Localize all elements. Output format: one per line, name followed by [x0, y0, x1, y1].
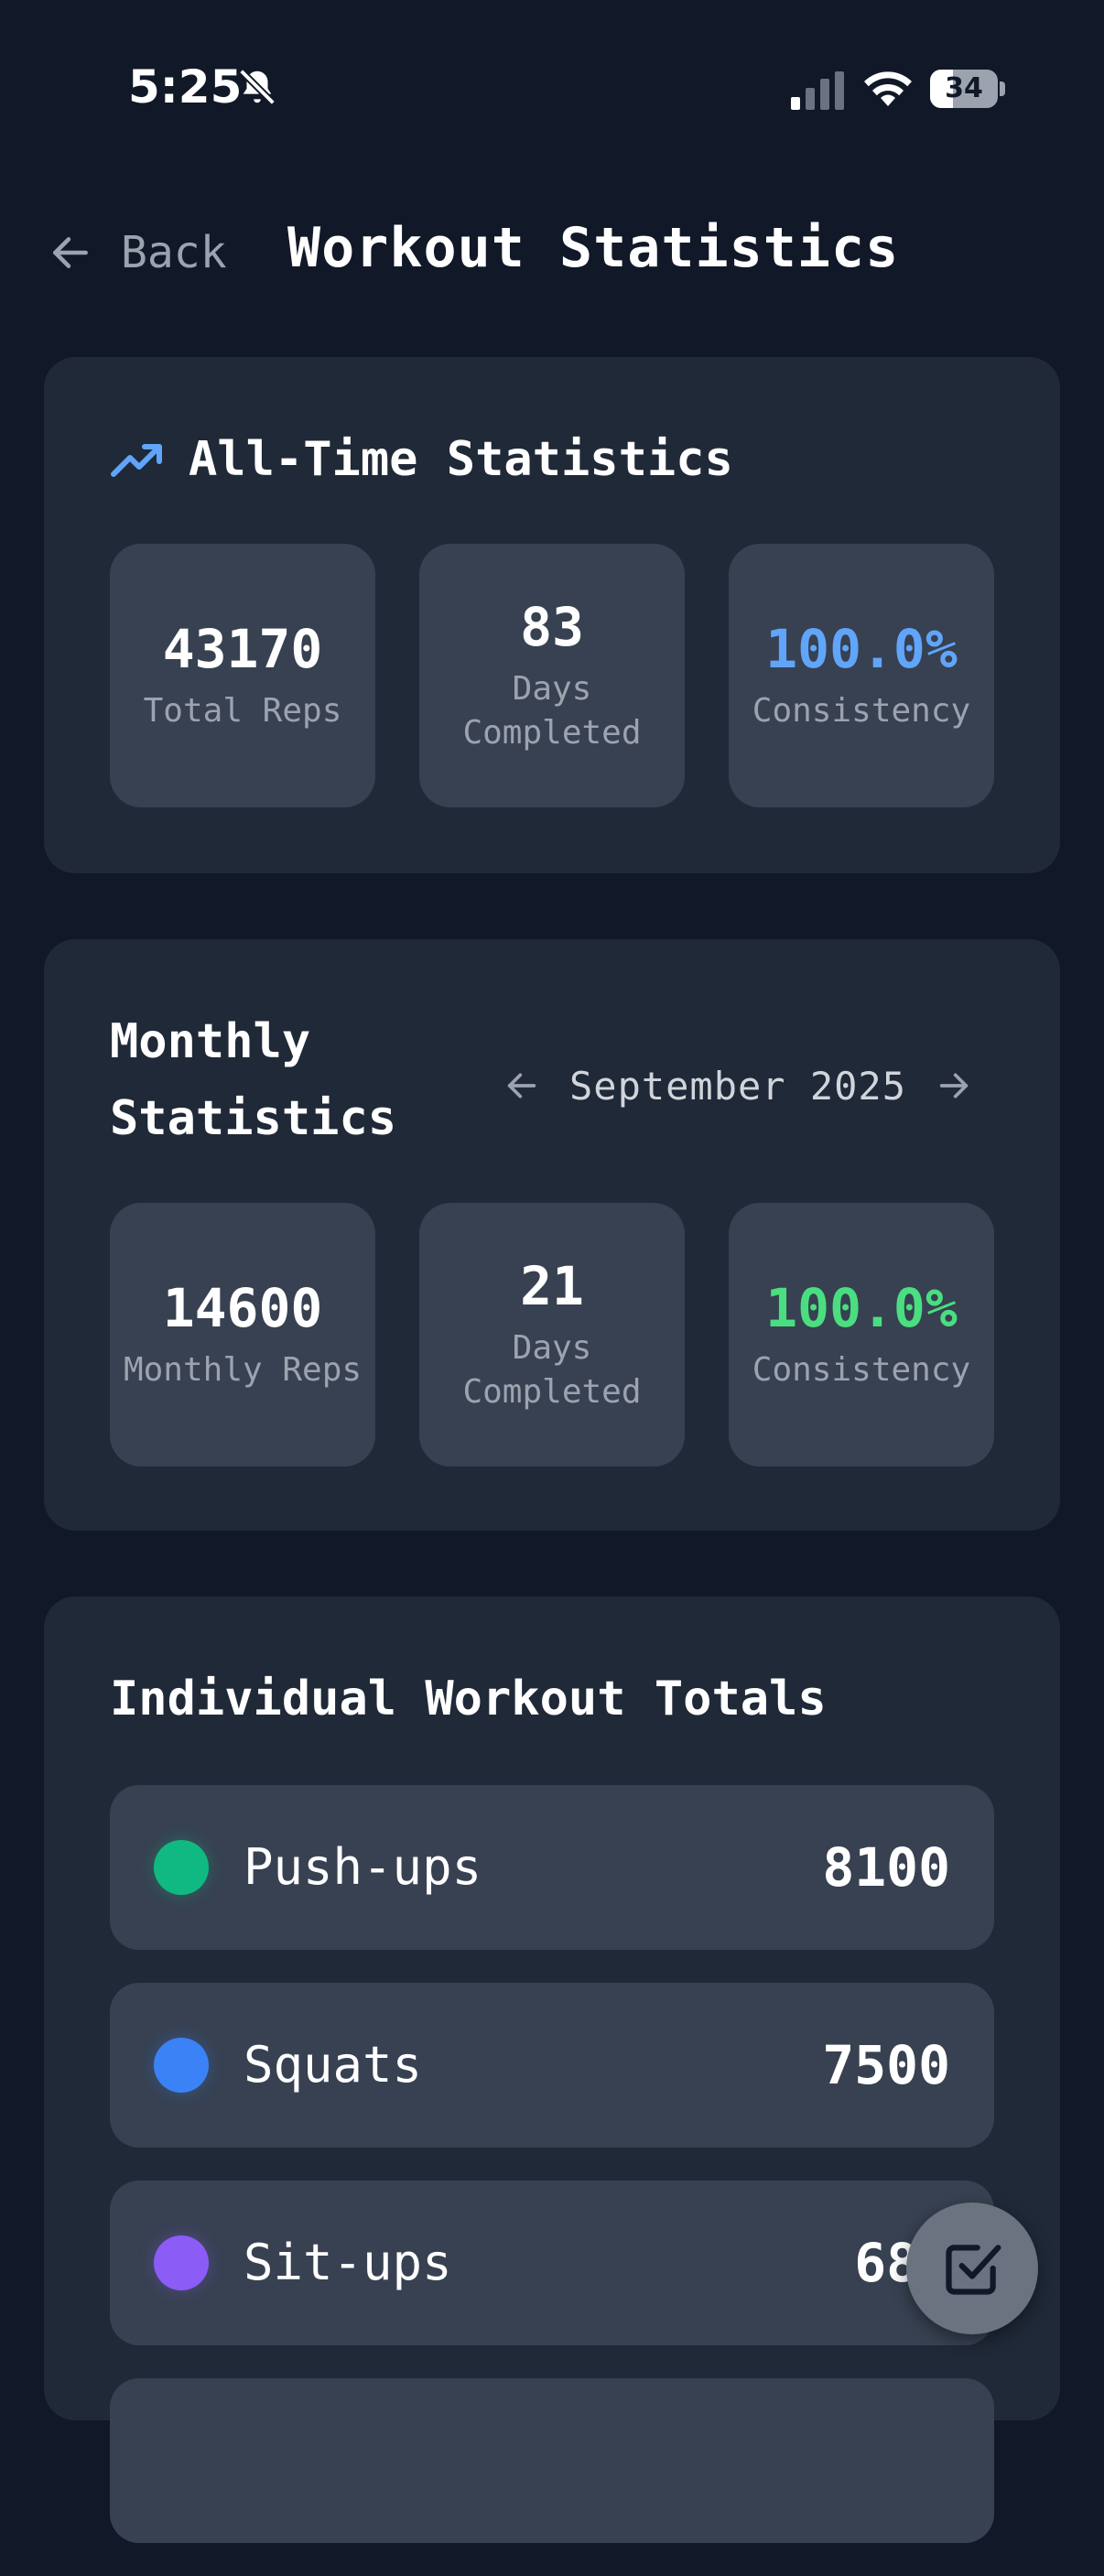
all-time-header: All-Time Statistics [110, 432, 733, 487]
log-workout-fab[interactable] [906, 2203, 1038, 2334]
consistency-label: Consistency [752, 691, 971, 730]
month-navigator: September 2025 [502, 1049, 974, 1122]
all-time-title: All-Time Statistics [189, 432, 733, 487]
monthly-reps-tile: 14600 Monthly Reps [110, 1203, 375, 1467]
monthly-days-completed-label: Days Completed [462, 1328, 642, 1411]
monthly-days-completed-tile: 21 Days Completed [419, 1203, 685, 1467]
monthly-days-completed-value: 21 [520, 1255, 584, 1318]
battery-level: 34 [945, 72, 983, 104]
next-month-button[interactable] [934, 1066, 974, 1106]
workout-item-sit-ups[interactable]: Sit-ups 680 [110, 2181, 994, 2345]
trending-up-icon [111, 444, 162, 477]
days-completed-label: Days Completed [462, 669, 642, 752]
battery-indicator: 34 [930, 70, 1005, 108]
workout-count: 8100 [822, 1836, 950, 1899]
current-month: September 2025 [569, 1063, 907, 1109]
arrow-left-icon [507, 1073, 536, 1099]
workout-name: Sit-ups [244, 2234, 452, 2291]
monthly-stats-row: 14600 Monthly Reps 21 Days Completed 100… [110, 1203, 994, 1467]
days-completed-tile: 83 Days Completed [419, 544, 685, 807]
workout-item-push-ups[interactable]: Push-ups 8100 [110, 1785, 994, 1950]
cellular-signal-icon [791, 71, 844, 110]
monthly-consistency-value: 100.0% [765, 1277, 958, 1340]
total-reps-value: 43170 [162, 618, 323, 681]
monthly-reps-label: Monthly Reps [123, 1350, 363, 1389]
days-completed-value: 83 [520, 596, 584, 659]
monthly-title: Monthly Statistics [110, 1014, 397, 1146]
battery-cap [1000, 81, 1005, 96]
workout-color-dot [154, 1840, 209, 1895]
check-square-icon [946, 2245, 1001, 2295]
monthly-consistency-tile: 100.0% Consistency [729, 1203, 994, 1467]
previous-month-button[interactable] [502, 1066, 542, 1106]
workout-item-squats[interactable]: Squats 7500 [110, 1983, 994, 2148]
workout-count: 7500 [822, 2034, 950, 2096]
monthly-statistics-card: Monthly Statistics September 2025 14600 … [44, 939, 1060, 1531]
status-time: 5:25 [128, 60, 243, 114]
consistency-tile: 100.0% Consistency [729, 544, 994, 807]
workout-list: Push-ups 8100 Squats 7500 Sit-ups 680 [110, 1785, 994, 2576]
consistency-value: 100.0% [765, 618, 958, 681]
workout-color-dot [154, 2038, 209, 2093]
total-reps-label: Total Reps [143, 691, 342, 730]
workout-totals-title: Individual Workout Totals [110, 1672, 827, 1726]
back-label: Back [121, 227, 227, 278]
status-bar: 5:25 34 [0, 0, 1104, 183]
bell-muted-icon [239, 69, 276, 105]
back-button[interactable]: Back [48, 220, 227, 286]
arrow-left-icon [53, 237, 88, 268]
monthly-reps-value: 14600 [162, 1277, 323, 1340]
workout-item-partial[interactable] [110, 2378, 994, 2543]
monthly-consistency-label: Consistency [752, 1350, 971, 1389]
arrow-right-icon [939, 1073, 969, 1099]
total-reps-tile: 43170 Total Reps [110, 544, 375, 807]
all-time-statistics-card: All-Time Statistics 43170 Total Reps 83 … [44, 357, 1060, 873]
workout-color-dot [154, 2235, 209, 2290]
workout-totals-card: Individual Workout Totals Push-ups 8100 … [44, 1596, 1060, 2543]
all-time-stats-row: 43170 Total Reps 83 Days Completed 100.0… [110, 544, 994, 807]
workout-name: Push-ups [244, 1838, 482, 1896]
page-title: Workout Statistics [287, 216, 900, 280]
workout-name: Squats [244, 2036, 423, 2094]
wifi-icon [864, 71, 912, 106]
